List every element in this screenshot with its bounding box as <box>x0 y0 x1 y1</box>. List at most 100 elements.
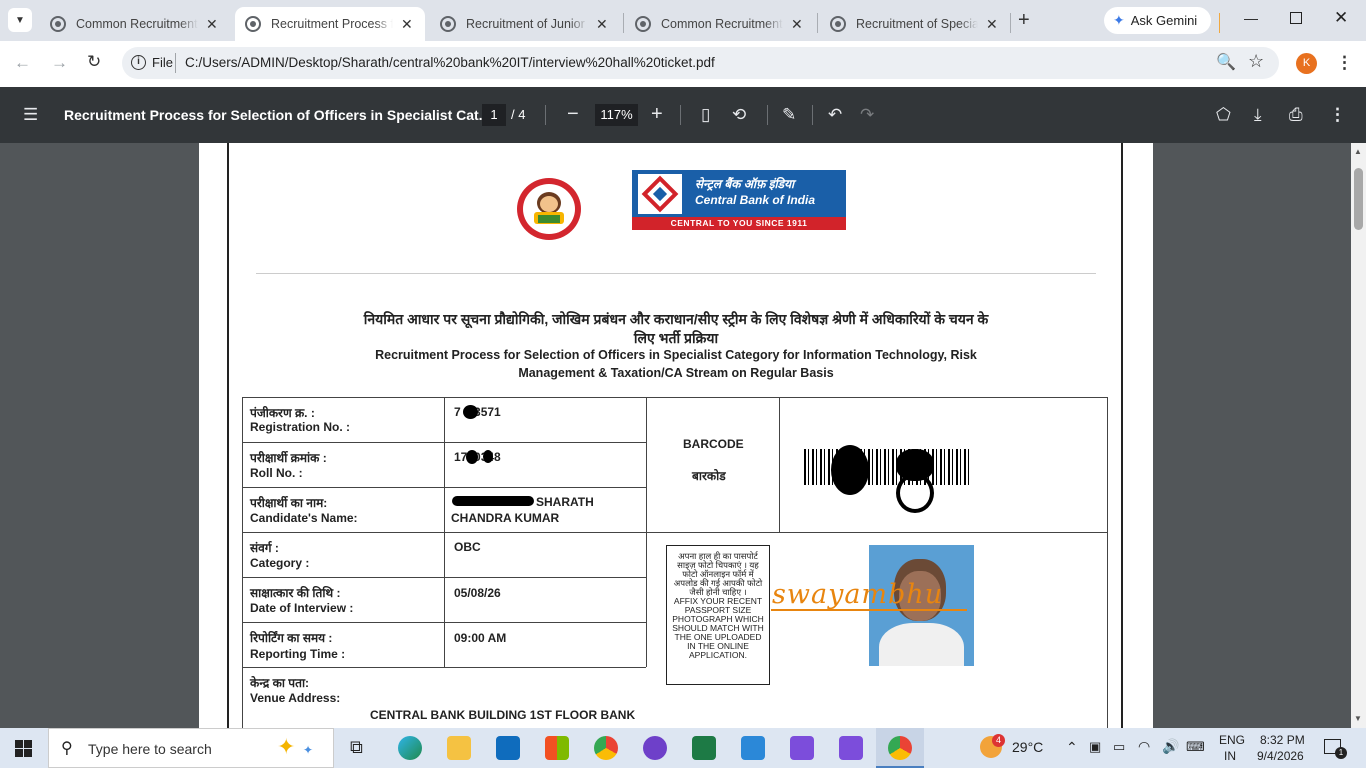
battery-icon[interactable]: ▭ <box>1113 739 1125 755</box>
zoom-out-icon[interactable]: − <box>567 103 579 126</box>
table-line <box>646 397 647 532</box>
more-vertical-icon[interactable]: ⋮ <box>1336 53 1353 73</box>
pdf-page: सेन्ट्रल बैंक ऑफ़ इंडिया Central Bank of… <box>199 143 1153 728</box>
meet-now-icon[interactable]: ▣ <box>1089 739 1101 755</box>
zoom-level-input[interactable]: 117% <box>595 104 638 126</box>
toolbar-separator <box>767 105 768 125</box>
weather-temp[interactable]: 29°C <box>1012 739 1043 755</box>
profile-avatar[interactable]: K <box>1296 53 1317 74</box>
minimize-button[interactable]: — <box>1244 10 1258 26</box>
windows-start-icon[interactable] <box>15 740 32 757</box>
heading-english-line1: Recruitment Process for Selection of Off… <box>375 348 977 362</box>
table-line <box>242 442 646 443</box>
back-icon[interactable]: ← <box>14 53 31 73</box>
app-icon[interactable] <box>839 736 863 760</box>
close-icon[interactable]: ✕ <box>986 16 998 33</box>
menu-icon[interactable]: ☰ <box>23 105 38 125</box>
tab-4[interactable]: Common Recruitment Process ✕ <box>625 7 815 41</box>
tab-3[interactable]: Recruitment of Junior Associates ✕ <box>430 7 620 41</box>
roll-no-label-hi: परीक्षार्थी क्रमांक : <box>250 451 327 465</box>
new-tab-button[interactable]: + <box>1018 9 1030 32</box>
photo-instruction-hindi: अपना हाल ही का पासपोर्ट साइज़ फोटो चिपका… <box>673 551 763 597</box>
redo-icon[interactable]: ↷ <box>860 105 874 125</box>
ask-gemini-button[interactable]: ✦ Ask Gemini <box>1104 7 1211 34</box>
restore-button[interactable] <box>1290 12 1302 24</box>
language-indicator[interactable]: ENG <box>1219 733 1245 747</box>
search-placeholder: Type here to search <box>88 741 212 757</box>
close-icon[interactable]: ✕ <box>791 16 803 33</box>
url-text[interactable]: C:/Users/ADMIN/Desktop/Sharath/central%2… <box>185 55 715 70</box>
beti-bachao-logo <box>517 178 581 240</box>
globe-icon <box>245 16 261 32</box>
roll-no-label-en: Roll No. : <box>250 466 303 480</box>
chrome-profile-icon-active[interactable] <box>876 728 924 768</box>
zoom-icon[interactable]: 🔍 <box>1216 52 1236 72</box>
remote-desktop-icon[interactable] <box>741 736 765 760</box>
tab-2-active[interactable]: Recruitment Process for Selection ✕ <box>235 7 425 41</box>
undo-icon[interactable]: ↶ <box>828 105 842 125</box>
heading-hindi-line2: लिए भर्ती प्रक्रिया <box>633 330 719 346</box>
fit-page-icon[interactable]: ▯ <box>701 105 710 125</box>
annotate-icon[interactable]: ✎ <box>782 105 796 125</box>
forward-icon[interactable]: → <box>51 53 68 73</box>
name-label-hi: परीक्षार्थी का नाम: <box>250 496 328 510</box>
tab-1[interactable]: Common Recruitment Process ✕ <box>40 7 232 41</box>
zoom-in-icon[interactable]: + <box>651 103 663 126</box>
close-window-button[interactable]: ✕ <box>1334 8 1348 28</box>
info-icon: i <box>131 55 146 70</box>
close-icon[interactable]: ✕ <box>206 16 218 33</box>
scrollbar[interactable]: ▲ ▼ <box>1351 143 1366 728</box>
tab-5[interactable]: Recruitment of Specialist Officers ✕ <box>820 7 1010 41</box>
toolbar-separator <box>812 105 813 125</box>
category-value: OBC <box>454 540 481 554</box>
task-view-icon[interactable]: ⧉ <box>350 737 363 758</box>
central-bank-logo: सेन्ट्रल बैंक ऑफ़ इंडिया Central Bank of… <box>632 170 846 230</box>
interview-date-label-en: Date of Interview : <box>250 601 354 615</box>
github-icon[interactable] <box>643 736 667 760</box>
rotate-icon[interactable]: ⟲ <box>732 105 746 125</box>
keyboard-icon[interactable]: ⌨ <box>1186 739 1205 755</box>
chrome-icon[interactable] <box>594 736 618 760</box>
table-line <box>242 577 646 578</box>
more-vertical-icon[interactable]: ⋮ <box>1329 105 1346 125</box>
address-bar[interactable]: i File C:/Users/ADMIN/Desktop/Sharath/ce… <box>122 47 1279 79</box>
tab-title: Common Recruitment Process <box>661 17 783 31</box>
interview-date-value: 05/08/26 <box>454 586 501 600</box>
store-icon[interactable] <box>545 736 569 760</box>
wifi-icon[interactable]: ◠ <box>1138 738 1150 755</box>
excel-icon[interactable] <box>692 736 716 760</box>
clock-time[interactable]: 8:32 PM <box>1260 733 1305 747</box>
print-icon[interactable]: ⎙ <box>1289 105 1303 125</box>
reload-icon[interactable]: ↻ <box>87 52 101 72</box>
bookmark-star-icon[interactable]: ☆ <box>1248 51 1264 72</box>
outlook-icon[interactable] <box>496 736 520 760</box>
table-line <box>779 397 780 532</box>
scroll-down-arrow[interactable]: ▼ <box>1354 714 1362 723</box>
ink-add-icon[interactable]: ⬠ <box>1216 105 1231 125</box>
tab-title: Recruitment Process for Selection <box>271 17 393 31</box>
download-icon[interactable]: ⤓ <box>1254 105 1262 125</box>
barcode-label-en: BARCODE <box>683 437 744 451</box>
tab-search-button[interactable]: ▼ <box>8 8 32 32</box>
edge-icon[interactable] <box>398 736 422 760</box>
browser-toolbar: ← → ↻ i File C:/Users/ADMIN/Desktop/Shar… <box>0 41 1366 87</box>
close-icon[interactable]: ✕ <box>596 16 608 33</box>
table-line <box>242 487 646 488</box>
scroll-up-arrow[interactable]: ▲ <box>1354 147 1362 156</box>
table-line <box>242 532 1108 533</box>
chevron-up-icon[interactable]: ⌃ <box>1066 739 1078 756</box>
table-line <box>242 667 646 668</box>
venue-label-en: Venue Address: <box>250 691 341 705</box>
page-number-input[interactable]: 1 <box>482 104 506 126</box>
scrollbar-thumb[interactable] <box>1354 168 1363 230</box>
sparkle-icon: ✦ <box>303 743 314 757</box>
file-explorer-icon[interactable] <box>447 736 471 760</box>
redaction-mark <box>452 496 534 506</box>
close-icon[interactable]: ✕ <box>401 16 413 33</box>
app-icon[interactable] <box>790 736 814 760</box>
scheme-separator <box>175 53 176 73</box>
taskbar-search-box[interactable]: ⚲ Type here to search ✦ ✦ <box>48 728 334 768</box>
volume-icon[interactable]: 🔊 <box>1162 738 1179 755</box>
redaction-mark <box>896 473 934 513</box>
globe-icon <box>830 16 846 32</box>
